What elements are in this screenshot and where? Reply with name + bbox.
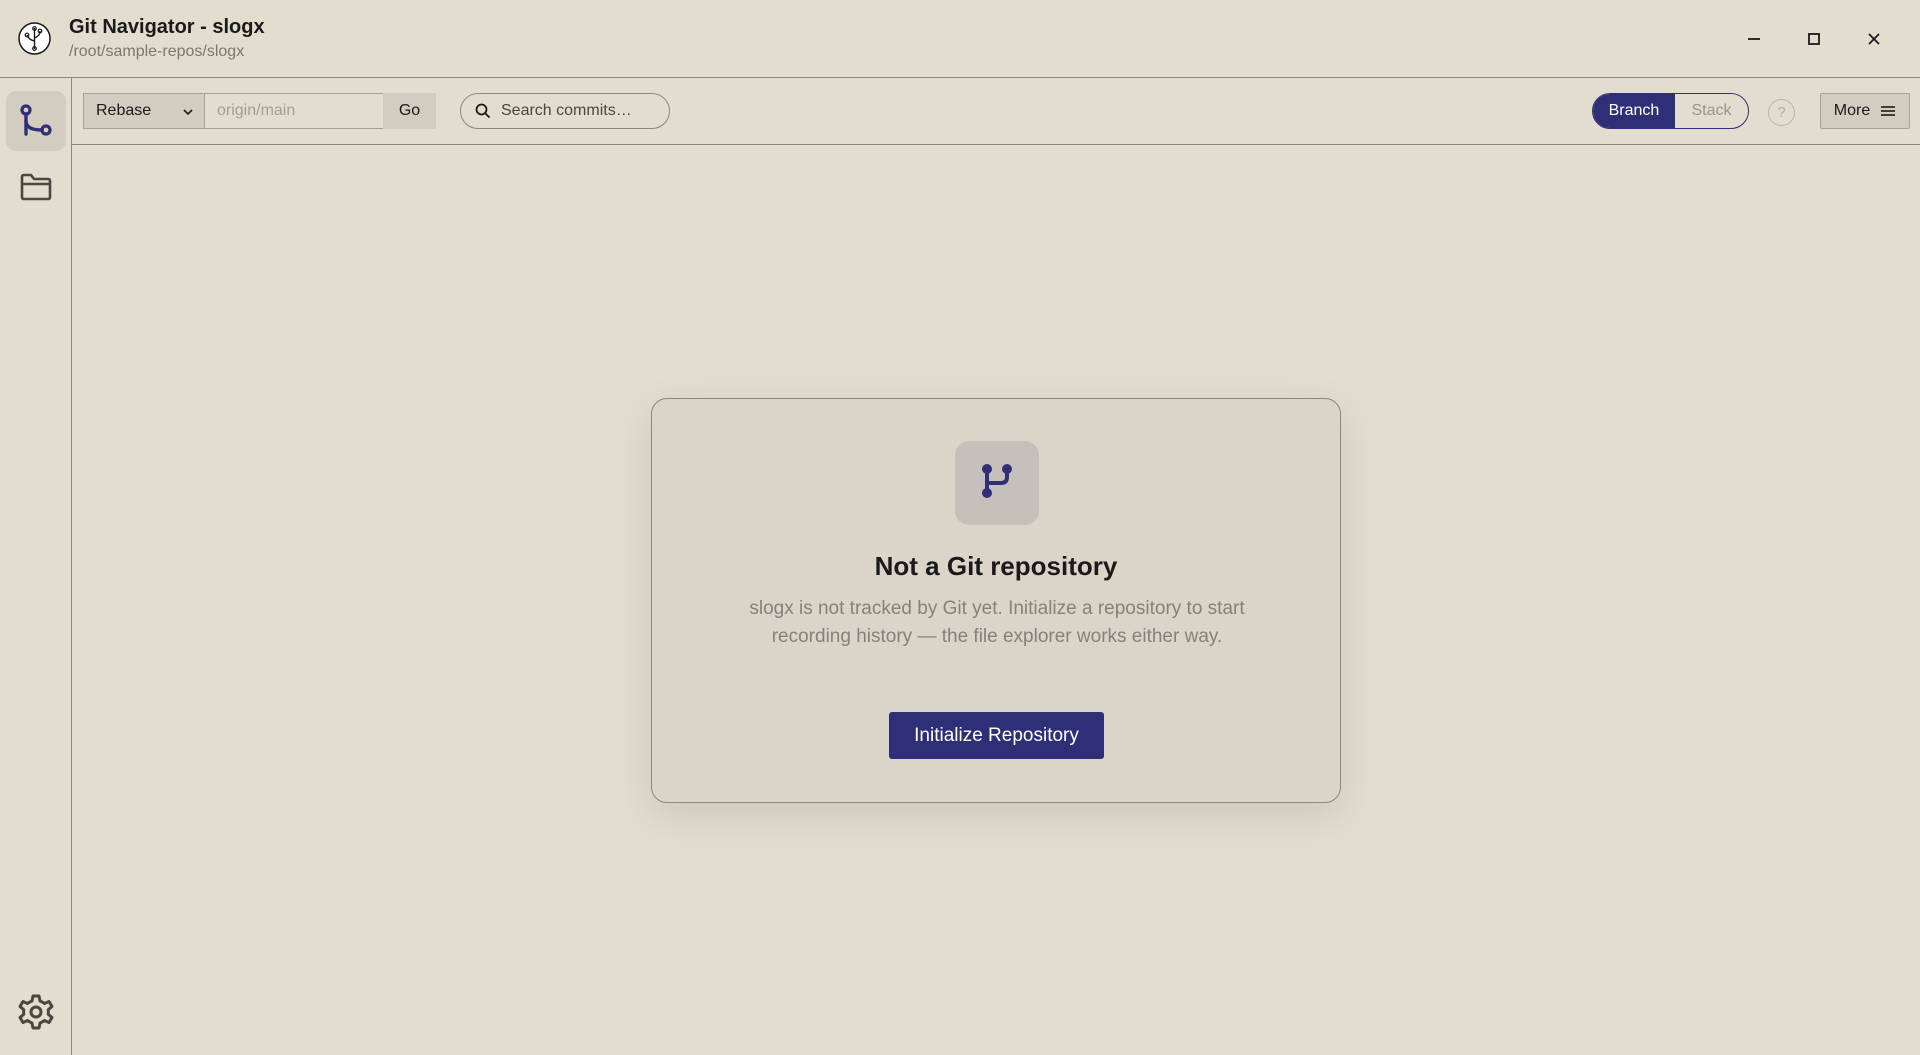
chevron-down-icon <box>183 109 193 116</box>
mode-select-value: Rebase <box>96 102 152 119</box>
repo-icon-tile <box>955 441 1039 525</box>
empty-state-description: slogx is not tracked by Git yet. Initial… <box>749 598 1245 647</box>
git-branch-icon <box>20 104 52 136</box>
go-button[interactable]: Go <box>383 93 436 129</box>
folder-icon <box>20 173 52 201</box>
sidebar-item-files[interactable] <box>6 157 66 217</box>
initialize-repository-button[interactable]: Initialize Repository <box>889 712 1104 759</box>
ref-input[interactable] <box>204 93 384 129</box>
search-placeholder: Search commits… <box>501 102 632 119</box>
hamburger-menu-icon <box>1881 106 1896 116</box>
settings-button[interactable] <box>6 982 66 1042</box>
empty-state-title: Not a Git repository <box>874 551 1118 581</box>
more-button[interactable]: More <box>1820 93 1910 129</box>
rebase-mode-select[interactable]: Rebase <box>83 93 204 129</box>
git-navigator-logo-icon <box>18 22 51 55</box>
search-icon <box>475 103 491 119</box>
help-button[interactable]: ? <box>1768 99 1795 126</box>
close-button[interactable] <box>1857 22 1891 56</box>
window-title: Git Navigator - slogx <box>69 16 265 38</box>
more-label: More <box>1833 102 1871 119</box>
toggle-branch[interactable]: Branch <box>1593 94 1675 128</box>
sidebar-item-branches[interactable] <box>6 91 66 151</box>
minimize-button[interactable] <box>1737 22 1771 56</box>
close-icon <box>1868 33 1880 45</box>
repo-path: /root/sample-repos/slogx <box>69 43 245 60</box>
toolbar: Rebase Go Search commits… Branch Stack ?… <box>72 78 1920 145</box>
title-bar: Git Navigator - slogx /root/sample-repos… <box>0 0 1920 78</box>
sidebar <box>0 78 72 1055</box>
main-content: Not a Git repository slogx is not tracke… <box>72 145 1920 1055</box>
empty-state-card: Not a Git repository slogx is not tracke… <box>651 398 1341 803</box>
maximize-icon <box>1808 33 1820 45</box>
gear-icon <box>18 994 54 1030</box>
view-toggle: Branch Stack <box>1592 93 1749 129</box>
git-branch-icon <box>982 464 1012 498</box>
maximize-button[interactable] <box>1797 22 1831 56</box>
search-commits-input[interactable]: Search commits… <box>460 93 670 129</box>
toggle-stack[interactable]: Stack <box>1675 94 1748 128</box>
minimize-icon <box>1748 38 1760 40</box>
